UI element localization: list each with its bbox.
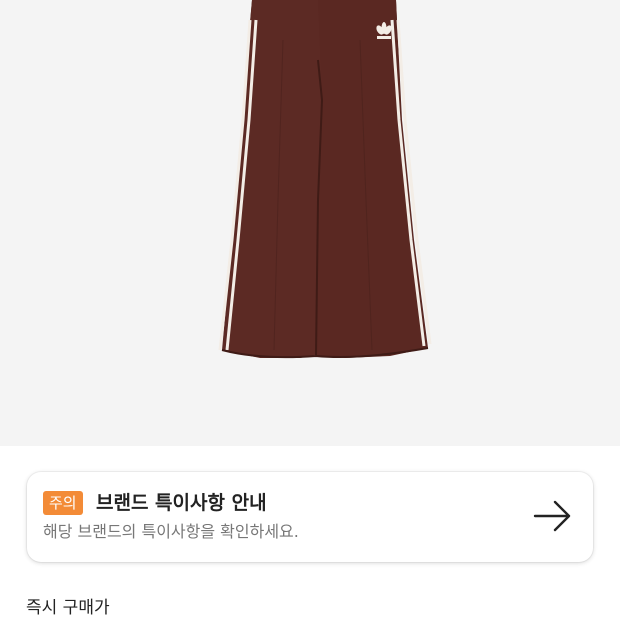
brand-notice-card[interactable]: 주의 브랜드 특이사항 안내 해당 브랜드의 특이사항을 확인하세요. xyxy=(27,472,593,562)
notice-title: 브랜드 특이사항 안내 xyxy=(96,492,267,514)
product-image[interactable] xyxy=(0,0,620,446)
warning-badge: 주의 xyxy=(43,491,83,515)
arrow-right-icon[interactable] xyxy=(533,499,573,533)
notice-description: 해당 브랜드의 특이사항을 확인하세요. xyxy=(43,522,299,541)
instant-buy-price-label: 즉시 구매가 xyxy=(26,598,110,618)
pants-illustration xyxy=(218,0,432,359)
